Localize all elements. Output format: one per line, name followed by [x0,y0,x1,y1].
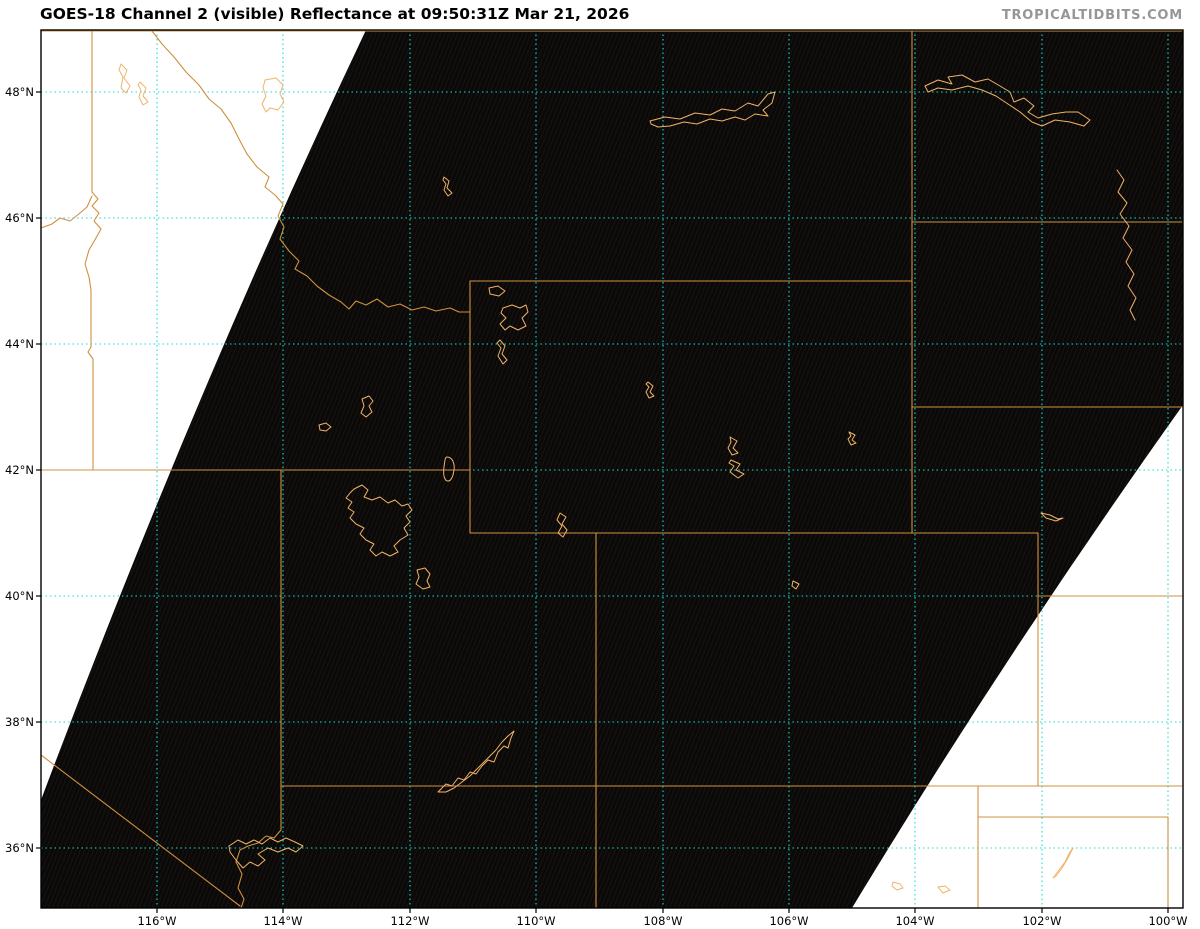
lon-tick-114w: 114°W [263,914,303,928]
satellite-image-figure: GOES-18 Channel 2 (visible) Reflectance … [0,0,1200,929]
lon-tick-108w: 108°W [643,914,683,928]
lon-tick-104w: 104°W [895,914,935,928]
lon-tick-106w: 106°W [769,914,809,928]
satellite-map [36,29,1184,913]
lat-tick-42n: 42°N [5,463,34,477]
lat-tick-44n: 44°N [5,337,34,351]
lat-tick-36n: 36°N [5,841,34,855]
lon-tick-116w: 116°W [137,914,177,928]
lon-tick-110w: 110°W [516,914,556,928]
lon-tick-102w: 102°W [1022,914,1062,928]
lon-tick-100w: 100°W [1148,914,1188,928]
lat-tick-46n: 46°N [5,211,34,225]
lon-tick-112w: 112°W [390,914,430,928]
lat-tick-38n: 38°N [5,715,34,729]
lat-tick-40n: 40°N [5,589,34,603]
lat-tick-48n: 48°N [5,85,34,99]
